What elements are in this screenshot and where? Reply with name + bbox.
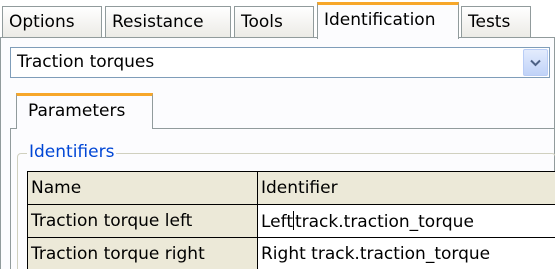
row-identifier-cell-editing[interactable]: Left track.traction_torque [257,204,555,238]
table-header-row: Name Identifier [27,171,555,205]
row-identifier-cell[interactable]: Right track.traction_torque [257,237,555,269]
main-tab-strip: Options Resistance Tools Identification … [0,0,555,39]
tab-label: Identification [324,10,436,30]
tab-resistance[interactable]: Resistance [105,6,231,37]
identifiers-table: Name Identifier Traction torque left Lef… [27,171,555,269]
tab-label: Options [9,12,75,32]
identification-panel: Traction torques Parameters Identifiers … [0,38,555,269]
identifier-text-after-caret: track.traction_torque [294,211,474,232]
text-caret [292,210,294,230]
tab-identification[interactable]: Identification [317,2,459,39]
tab-parameters[interactable]: Parameters [16,93,153,129]
combobox-dropdown-button[interactable] [523,49,548,76]
tab-label: Resistance [112,12,204,32]
torque-type-combobox[interactable]: Traction torques [10,47,550,78]
combobox-selected-value: Traction torques [17,52,155,72]
tab-options[interactable]: Options [2,6,102,37]
chevron-down-icon [530,59,541,66]
identifier-text-before-caret: Left [261,211,293,232]
row-name-cell[interactable]: Traction torque right [27,237,258,269]
table-row: Traction torque right Right track.tracti… [27,237,555,269]
table-row: Traction torque left Left track.traction_… [27,204,555,238]
identification-dialog: Options Resistance Tools Identification … [0,0,555,269]
identifiers-group-label: Identifiers [27,141,117,163]
column-header-name[interactable]: Name [27,171,258,205]
tab-tests[interactable]: Tests [461,6,531,37]
tab-label: Tests [468,12,511,32]
column-header-identifier[interactable]: Identifier [257,171,555,205]
tab-label: Parameters [28,101,126,121]
row-name-cell[interactable]: Traction torque left [27,204,258,238]
tab-tools[interactable]: Tools [234,6,314,37]
tab-label: Tools [241,12,283,32]
